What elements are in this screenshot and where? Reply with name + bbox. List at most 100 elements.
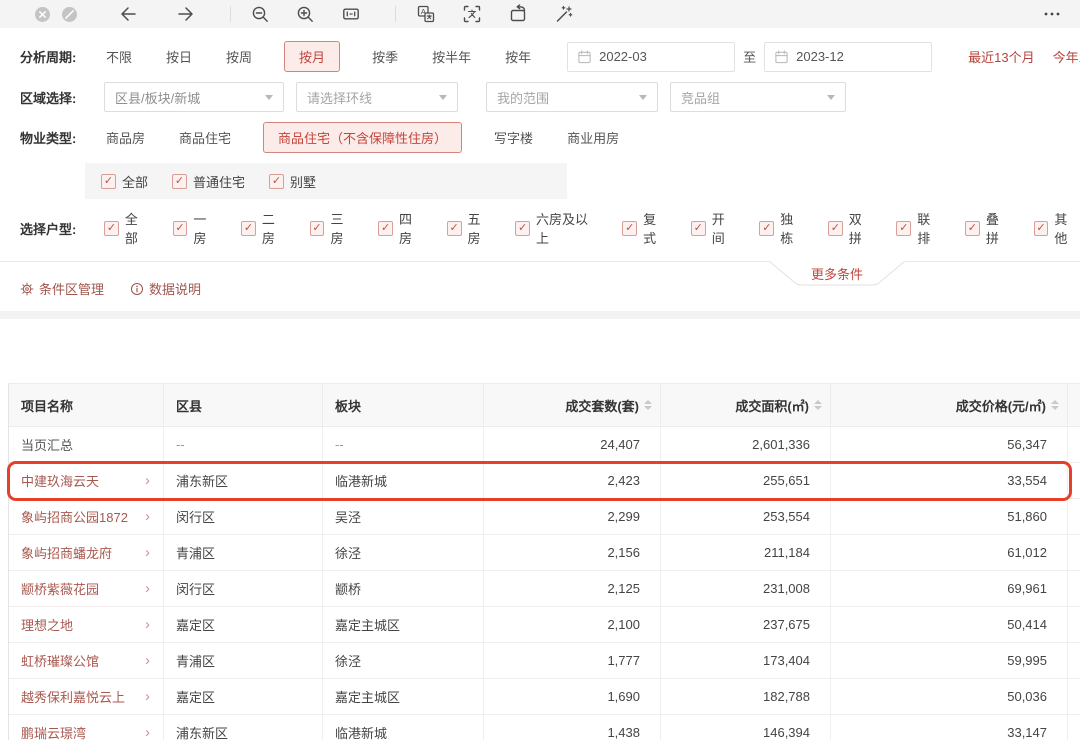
checkbox-item[interactable]: ✓其他	[1034, 209, 1080, 247]
column-header-gfa[interactable]: 成交面积(㎡)	[661, 384, 831, 426]
table-row[interactable]: 象屿招商公园1872›闵行区吴泾2,299253,55451,860	[9, 499, 1080, 535]
period-option[interactable]: 按日	[164, 42, 194, 71]
period-option[interactable]: 按季	[370, 42, 400, 71]
date-to-input[interactable]: 2023-12	[764, 42, 932, 72]
gear-icon	[20, 282, 34, 296]
back-arrow-icon[interactable]	[118, 4, 138, 24]
quick-link[interactable]: 今年1月~本月	[1053, 47, 1080, 66]
property-option[interactable]: 商品住宅	[177, 123, 233, 152]
chevron-right-icon[interactable]: ›	[145, 617, 150, 632]
property-option[interactable]: 商业用房	[565, 123, 621, 152]
period-option[interactable]: 按周	[224, 42, 254, 71]
project-name-link[interactable]: 象屿招商蟠龙府	[21, 543, 112, 562]
chevron-down-icon	[265, 95, 273, 100]
checkbox-item[interactable]: ✓别墅	[269, 172, 316, 191]
region-dropdown[interactable]: 我的范围	[486, 82, 658, 112]
units-value: 24,407	[600, 437, 640, 452]
forward-arrow-icon[interactable]	[176, 4, 196, 24]
select-translate-icon[interactable]	[462, 4, 482, 24]
checkbox-item[interactable]: ✓一房	[173, 209, 220, 247]
date-from-input[interactable]: 2022-03	[567, 42, 735, 72]
column-label: 成交面积(㎡)	[735, 396, 809, 415]
dropdown-placeholder: 请选择环线	[307, 88, 372, 107]
property-option[interactable]: 写字楼	[492, 123, 535, 152]
table-row[interactable]: 颛桥紫薇花园›闵行区颛桥2,125231,00869,961	[9, 571, 1080, 607]
project-name-link[interactable]: 鹏瑞云璟湾	[21, 723, 86, 740]
checkbox-item[interactable]: ✓全部	[101, 172, 148, 191]
block-circle-icon[interactable]	[61, 6, 78, 23]
translate-icon[interactable]: A	[416, 4, 436, 24]
dropdown-placeholder: 区县/板块/新城	[115, 88, 200, 107]
project-name-cell: 鹏瑞云璟湾 ›	[9, 715, 164, 740]
region-dropdown[interactable]: 请选择环线	[296, 82, 458, 112]
project-name-link[interactable]: 象屿招商公园1872	[21, 507, 128, 526]
data-note-link[interactable]: 数据说明	[130, 279, 201, 298]
checkbox-item[interactable]: ✓普通住宅	[172, 172, 245, 191]
row-spacer	[1068, 715, 1080, 740]
table-row[interactable]: 越秀保利嘉悦云上›嘉定区嘉定主城区1,690182,78850,036	[9, 679, 1080, 715]
chevron-right-icon[interactable]: ›	[145, 581, 150, 596]
condition-manage-link[interactable]: 条件区管理	[20, 279, 104, 298]
district-cell: 嘉定区	[164, 679, 323, 714]
column-header-price[interactable]: 成交价格(元/㎡)	[831, 384, 1068, 426]
more-icon[interactable]	[1042, 4, 1062, 24]
chevron-right-icon[interactable]: ›	[145, 653, 150, 668]
region-dropdown[interactable]: 区县/板块/新城	[104, 82, 284, 112]
checkbox-item[interactable]: ✓五房	[447, 209, 494, 247]
district-value: --	[176, 437, 185, 452]
aspect-ratio-icon[interactable]	[341, 4, 361, 24]
zoom-in-icon[interactable]	[296, 5, 315, 24]
region-dropdown[interactable]: 竞品组	[670, 82, 846, 112]
table-row[interactable]: 象屿招商蟠龙府›青浦区徐泾2,156211,18461,012	[9, 535, 1080, 571]
checkbox-item[interactable]: ✓二房	[241, 209, 288, 247]
checkbox-item[interactable]: ✓联排	[896, 209, 943, 247]
chevron-right-icon[interactable]: ›	[145, 509, 150, 524]
district-cell: 嘉定区	[164, 607, 323, 642]
period-option[interactable]: 不限	[104, 42, 134, 71]
magic-wand-icon[interactable]	[554, 4, 574, 24]
close-circle-icon[interactable]	[34, 6, 51, 23]
property-option[interactable]: 商品房	[104, 123, 147, 152]
table-row[interactable]: 理想之地›嘉定区嘉定主城区2,100237,67550,414	[9, 607, 1080, 643]
period-option-selected[interactable]: 按月	[284, 41, 340, 72]
column-header-units[interactable]: 成交套数(套)	[484, 384, 661, 426]
chevron-right-icon[interactable]: ›	[145, 725, 150, 740]
rotate-icon[interactable]	[508, 4, 528, 24]
table-row[interactable]: 鹏瑞云璟湾›浦东新区临港新城1,438146,39433,147	[9, 715, 1080, 740]
checkbox-item[interactable]: ✓六房及以上	[515, 209, 600, 247]
checkbox-label: 开间	[712, 209, 738, 247]
checkbox-item[interactable]: ✓双拼	[828, 209, 875, 247]
price-cell: 50,414	[831, 607, 1068, 642]
checkbox-item[interactable]: ✓三房	[310, 209, 357, 247]
project-name-link[interactable]: 中建玖海云天	[21, 471, 99, 490]
period-option[interactable]: 按半年	[430, 42, 473, 71]
table-row[interactable]: 当页汇总----24,4072,601,33656,347	[9, 427, 1080, 463]
checkbox-item[interactable]: ✓全部	[104, 209, 151, 247]
project-name-link[interactable]: 越秀保利嘉悦云上	[21, 687, 125, 706]
more-conditions-tab[interactable]: 更多条件	[768, 261, 906, 286]
checkbox-item[interactable]: ✓四房	[378, 209, 425, 247]
zoom-out-icon[interactable]	[251, 5, 270, 24]
chevron-right-icon[interactable]: ›	[145, 545, 150, 560]
quick-link[interactable]: 最近13个月	[968, 47, 1034, 66]
project-name-link[interactable]: 颛桥紫薇花园	[21, 579, 99, 598]
project-name-link[interactable]: 虹桥璀璨公馆	[21, 651, 99, 670]
sort-icons[interactable]	[1051, 400, 1059, 410]
checkbox-item[interactable]: ✓叠拼	[965, 209, 1012, 247]
price-cell: 50,036	[831, 679, 1068, 714]
table-row[interactable]: 中建玖海云天›浦东新区临港新城2,423255,65133,554	[9, 463, 1080, 499]
area-value: 吴泾	[335, 507, 361, 526]
property-option-selected[interactable]: 商品住宅（不含保障性住房）	[263, 122, 462, 153]
sort-icons[interactable]	[814, 400, 822, 410]
chevron-right-icon[interactable]: ›	[145, 689, 150, 704]
table-row[interactable]: 虹桥璀璨公馆›青浦区徐泾1,777173,40459,995	[9, 643, 1080, 679]
units-cell: 1,690	[484, 679, 661, 714]
panel-shadow	[0, 311, 1080, 319]
project-name-link[interactable]: 理想之地	[21, 615, 73, 634]
checkbox-item[interactable]: ✓独栋	[759, 209, 806, 247]
sort-icons[interactable]	[644, 400, 652, 410]
checkbox-item[interactable]: ✓开间	[691, 209, 738, 247]
checkbox-item[interactable]: ✓复式	[622, 209, 669, 247]
chevron-right-icon[interactable]: ›	[145, 473, 150, 488]
period-option[interactable]: 按年	[503, 42, 533, 71]
